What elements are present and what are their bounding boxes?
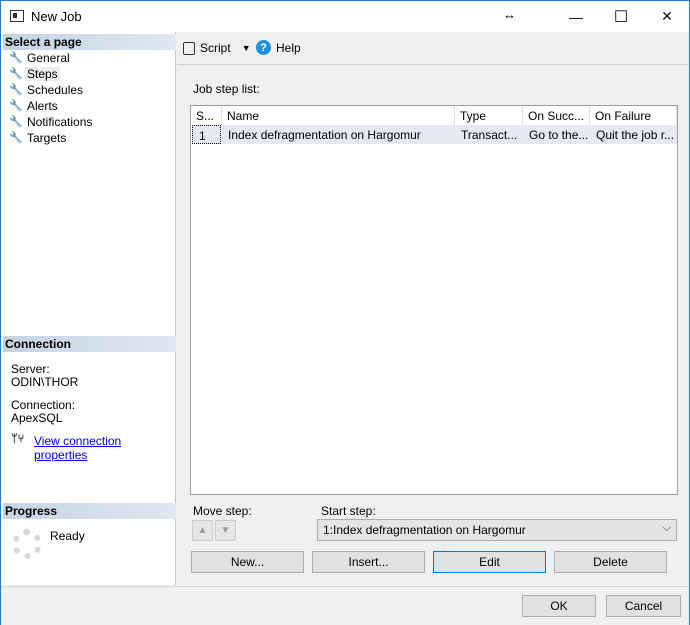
job-step-grid[interactable]: S... Name Type On Succ... On Failure 1 I… xyxy=(190,105,678,495)
wrench-icon: 🔧 xyxy=(9,116,23,128)
script-icon xyxy=(183,41,195,55)
progress-status: Ready xyxy=(50,529,85,543)
ok-button[interactable]: OK xyxy=(522,595,596,617)
column-header-on-failure[interactable]: On Failure xyxy=(590,106,677,125)
window-icon xyxy=(10,10,24,22)
help-icon: ? xyxy=(256,40,271,55)
wrench-icon: 🔧 xyxy=(9,84,23,96)
sidebar-item-schedules[interactable]: 🔧 Schedules xyxy=(9,82,83,98)
table-row-type[interactable]: Transact... xyxy=(455,125,523,144)
toolbar: Script ▼ ? Help xyxy=(177,32,689,65)
job-step-list-label: Job step list: xyxy=(193,82,260,96)
start-step-label: Start step: xyxy=(321,504,376,518)
chevron-down-icon: ⌵ xyxy=(662,522,671,534)
help-button[interactable]: ? Help xyxy=(256,40,301,55)
window-title: New Job xyxy=(31,9,82,24)
server-value: ODIN\THOR xyxy=(11,375,79,389)
minimize-button[interactable]: — xyxy=(553,1,599,32)
sidebar: Select a page 🔧 General 🔧 Steps 🔧 Schedules… xyxy=(1,32,176,585)
progress-spinner-icon xyxy=(12,529,42,559)
arrow-up-icon: ▲ xyxy=(197,525,208,536)
view-connection-properties-link[interactable]: View connection properties xyxy=(34,434,175,462)
sidebar-item-alerts[interactable]: 🔧 Alerts xyxy=(9,98,58,114)
column-header-name[interactable]: Name xyxy=(222,106,455,125)
delete-step-button[interactable]: Delete xyxy=(554,551,667,573)
sidebar-item-notifications[interactable]: 🔧 Notifications xyxy=(9,114,92,130)
sidebar-item-steps[interactable]: 🔧 Steps xyxy=(9,66,60,82)
new-step-button[interactable]: New... xyxy=(191,551,304,573)
wrench-icon: 🔧 xyxy=(9,52,23,64)
move-step-down-button[interactable]: ▼ xyxy=(215,520,236,541)
table-row-on-failure[interactable]: Quit the job r... xyxy=(590,125,677,144)
wrench-icon: 🔧 xyxy=(9,100,23,112)
title-bar: New Job ↔ — ☐ ✕ xyxy=(1,1,689,32)
cancel-button[interactable]: Cancel xyxy=(606,595,681,617)
column-header-step[interactable]: S... xyxy=(191,106,222,125)
new-job-window: New Job ↔ — ☐ ✕ Select a page 🔧 General 🔧… xyxy=(0,0,690,625)
connection-value: ApexSQL xyxy=(11,411,63,425)
table-row-name[interactable]: Index defragmentation on Hargomur xyxy=(222,125,455,144)
move-step-up-button[interactable]: ▲ xyxy=(192,520,213,541)
start-step-select[interactable]: 1:Index defragmentation on Hargomur ⌵ xyxy=(317,519,677,541)
move-step-label: Move step: xyxy=(193,504,252,518)
sidebar-item-general[interactable]: 🔧 General xyxy=(9,50,70,66)
column-header-on-success[interactable]: On Succ... xyxy=(523,106,590,125)
insert-step-button[interactable]: Insert... xyxy=(312,551,425,573)
resize-icon: ↔ xyxy=(503,7,516,22)
sidebar-item-targets[interactable]: 🔧 Targets xyxy=(9,130,66,146)
edit-step-button[interactable]: Edit xyxy=(433,551,546,573)
column-header-type[interactable]: Type xyxy=(455,106,523,125)
server-label: Server: xyxy=(11,362,50,376)
connection-header: Connection xyxy=(3,336,176,352)
progress-header: Progress xyxy=(3,503,176,519)
arrow-down-icon: ▼ xyxy=(220,525,231,536)
table-row-step[interactable]: 1 xyxy=(192,125,221,144)
script-button[interactable]: Script ▼ xyxy=(183,41,251,55)
wrench-icon: 🔧 xyxy=(9,68,23,80)
select-page-header: Select a page xyxy=(3,34,176,50)
footer: OK Cancel xyxy=(1,586,689,625)
connection-label: Connection: xyxy=(11,398,76,412)
table-row-on-success[interactable]: Go to the... xyxy=(523,125,590,144)
plug-icon: ᛘ⑂ xyxy=(11,433,25,445)
close-button[interactable]: ✕ xyxy=(644,1,690,32)
wrench-icon: 🔧 xyxy=(9,132,23,144)
chevron-down-icon[interactable]: ▼ xyxy=(242,43,251,53)
maximize-button[interactable]: ☐ xyxy=(598,1,644,32)
